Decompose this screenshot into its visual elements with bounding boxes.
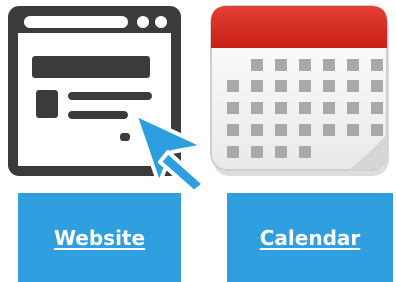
calendar-label: Calendar [259, 225, 361, 250]
website-label: Website [53, 225, 146, 250]
website-button[interactable]: Website [18, 193, 181, 282]
calendar-illustration-icon [210, 5, 389, 176]
app-grid: Website Calendar [0, 0, 396, 282]
calendar-icon[interactable] [209, 4, 394, 178]
website-icon[interactable] [8, 6, 213, 194]
browser-window-cursor-icon [8, 6, 206, 194]
calendar-button[interactable]: Calendar [227, 193, 393, 282]
